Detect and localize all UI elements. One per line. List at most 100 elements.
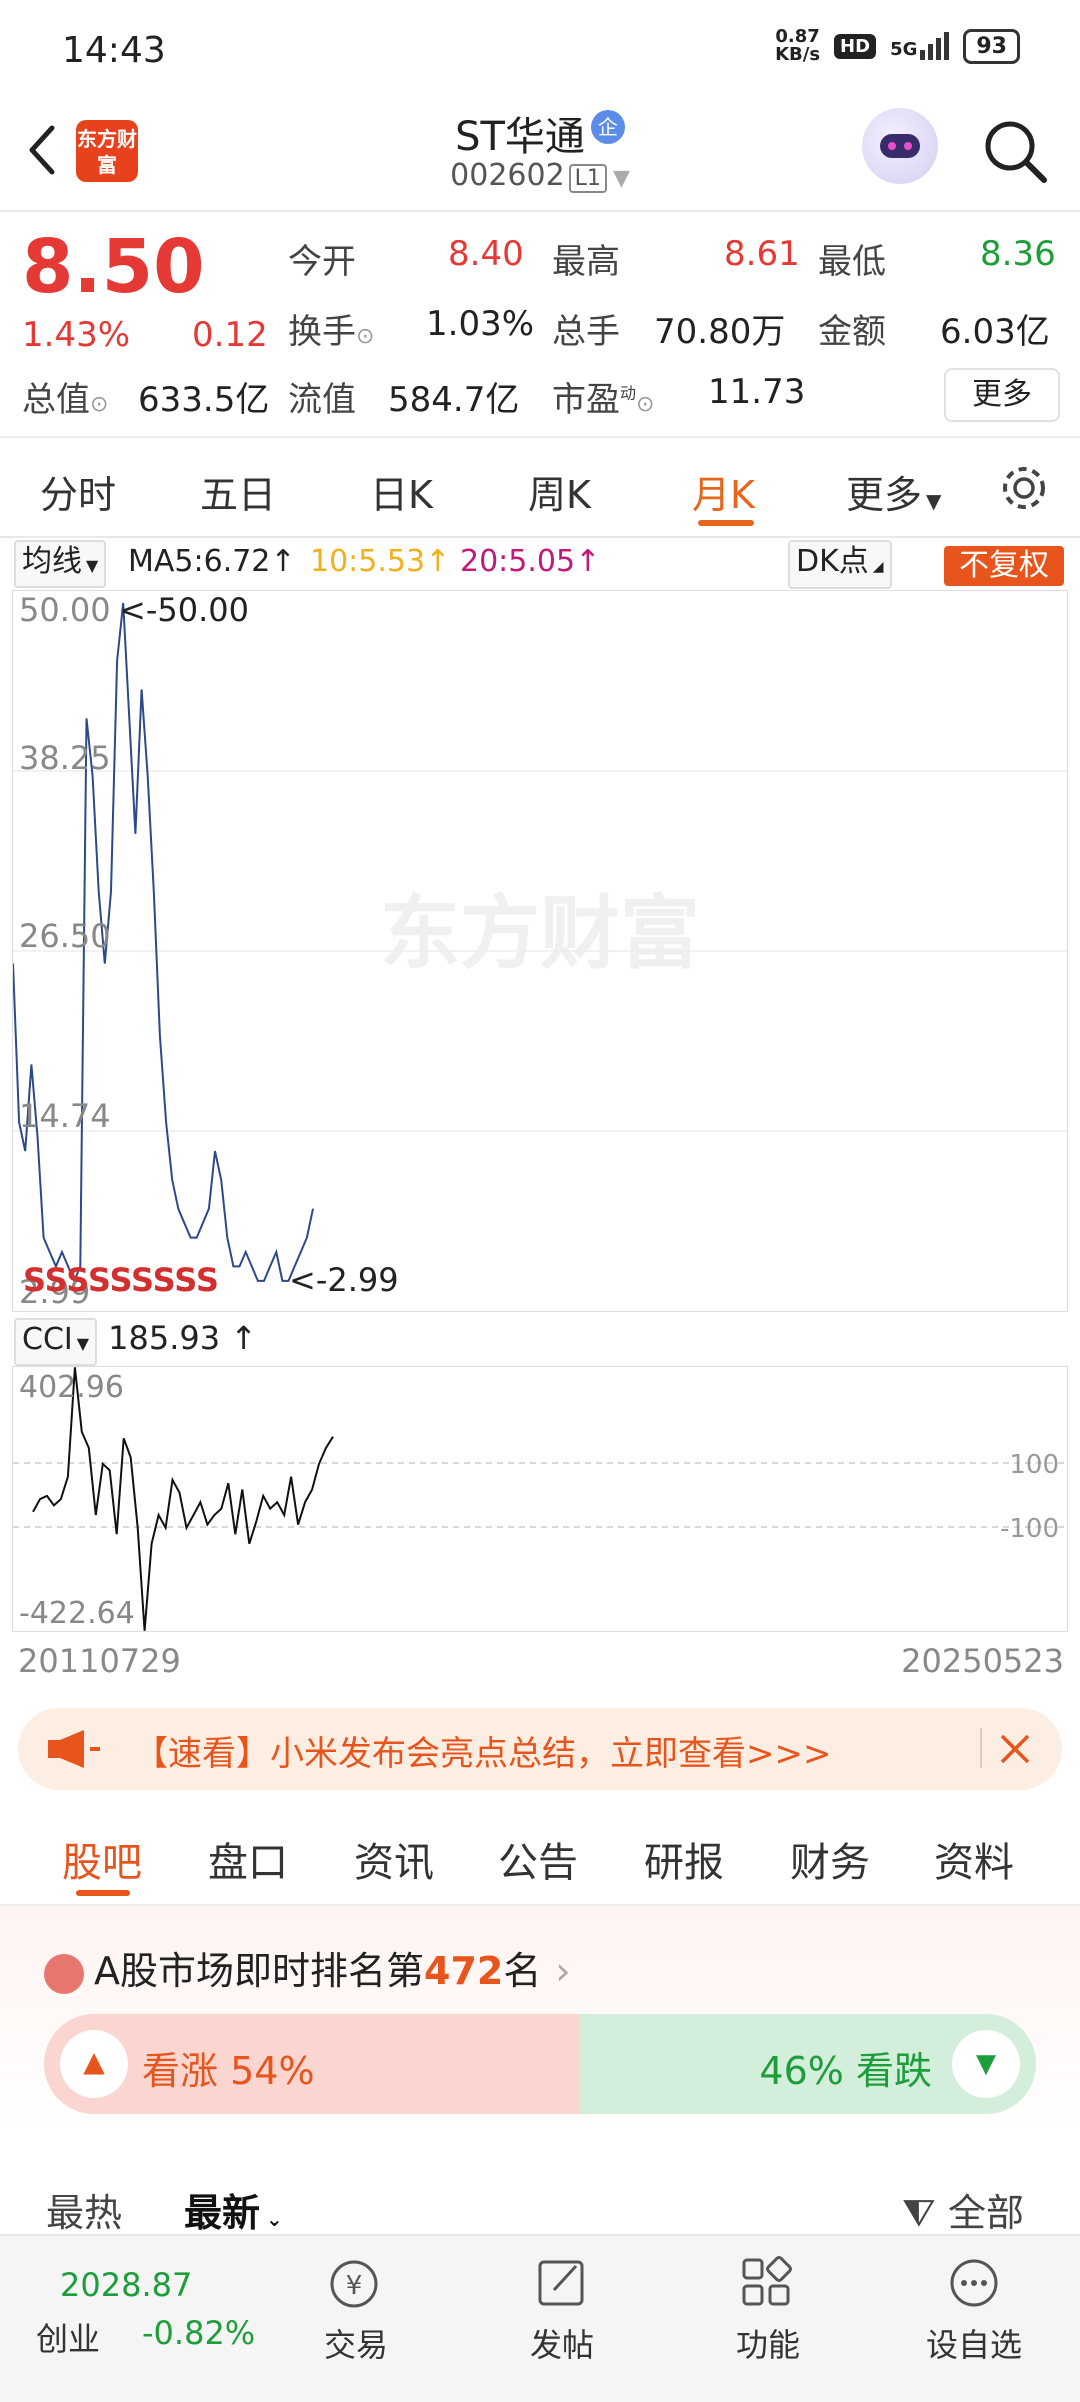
more-icon — [950, 2259, 998, 2307]
max-marker: <-50.00 — [119, 591, 249, 629]
cci-header: CCI ▼ 185.93 ↑ — [14, 1318, 257, 1366]
enterprise-badge-icon: 企 — [590, 110, 625, 144]
cci-selector[interactable]: CCI ▼ — [14, 1318, 98, 1366]
tab-finance[interactable]: 财务 — [790, 1830, 870, 1888]
float-label: 流值 — [288, 380, 356, 420]
caret-down-icon: ▼ — [76, 1334, 90, 1353]
volume-value: 70.80万 — [654, 312, 786, 352]
float-value: 584.7亿 — [388, 380, 520, 420]
open-label: 今开 — [288, 242, 356, 282]
filter-icon: ⧨ — [902, 2191, 936, 2235]
tab-intraday[interactable]: 分时 — [40, 464, 116, 519]
ma-row: 均线 ▼ MA5:6.72↑ 10:5.53↑ 20:5.05↑ DK点 ◢ — [14, 540, 1074, 589]
sort-new[interactable]: 最新 ⌄ — [184, 2182, 283, 2237]
close-icon[interactable] — [998, 1732, 1032, 1766]
grid-icon — [742, 2256, 792, 2306]
cci-chart[interactable]: 402.96 -422.64 100 -100 — [12, 1366, 1068, 1632]
turnover-value: 1.03% — [426, 304, 535, 344]
period-tabs: 分时 五日 日K 周K 月K 更多 ▼ — [0, 440, 1080, 538]
nav-trade[interactable]: ¥ 交易 — [286, 2254, 426, 2366]
yen-icon: ¥ — [330, 2260, 378, 2308]
amount-label: 金额 — [818, 312, 886, 352]
start-date: 20110729 — [18, 1642, 181, 1680]
cci-ref-high: 100 — [1009, 1450, 1059, 1480]
tab-profile[interactable]: 资料 — [934, 1830, 1014, 1888]
ma-selector[interactable]: 均线 ▼ — [14, 540, 107, 588]
signal-markers: SSSSSSSSS — [23, 1261, 219, 1299]
volume-label: 总手 — [552, 312, 620, 352]
change-amount: 0.12 — [192, 315, 268, 355]
tab-guba[interactable]: 股吧 — [62, 1830, 142, 1888]
more-button[interactable]: 更多 — [944, 368, 1060, 422]
turnover-label[interactable]: 换手⊙ — [288, 304, 374, 353]
active-tab-indicator — [698, 520, 754, 526]
hd-icon: HD — [834, 33, 877, 59]
index-change[interactable]: -0.82% — [142, 2314, 255, 2352]
mcap-value: 633.5亿 — [138, 380, 270, 420]
status-icons: 0.87 KB/s HD 5G 93 — [775, 28, 1020, 64]
chevron-right-icon: › — [555, 1949, 571, 1993]
nav-post[interactable]: 发帖 — [492, 2254, 632, 2366]
market-rank[interactable]: A股市场即时排名第472名 › — [44, 1940, 571, 1995]
ma10-value: 10:5.53↑ — [310, 544, 451, 579]
vote-bar: ▲ 看涨 54% 46% 看跌 ▼ — [44, 2014, 1036, 2114]
down-arrow-icon[interactable]: ▼ — [952, 2030, 1020, 2098]
kline-chart[interactable]: 东方财富 50.00 38.25 26.50 14.74 2.99 <-50.0… — [12, 590, 1068, 1312]
filter-all[interactable]: ⧨ 全部 — [902, 2182, 1024, 2237]
dk-selector[interactable]: DK点 ◢ — [788, 540, 892, 589]
edit-icon — [538, 2260, 584, 2306]
tab-weekly-k[interactable]: 周K — [528, 464, 591, 519]
tab-daily-k[interactable]: 日K — [370, 464, 433, 519]
tab-five-day[interactable]: 五日 — [200, 464, 276, 519]
net-speed: 0.87 KB/s — [775, 26, 821, 65]
status-time: 14:43 — [62, 30, 166, 71]
info-icon: ⊙ — [90, 392, 109, 417]
stock-name: ST华通 — [455, 114, 585, 160]
signal-icon: 5G — [890, 32, 950, 60]
tab-order-book[interactable]: 盘口 — [208, 1830, 288, 1888]
robot-assistant-avatar[interactable] — [862, 108, 938, 184]
low-label: 最低 — [818, 242, 886, 282]
search-icon[interactable] — [980, 116, 1050, 186]
adjust-toggle-button[interactable]: 不复权 — [944, 546, 1064, 586]
pe-value: 11.73 — [708, 372, 806, 412]
y-label-top: 50.00 — [19, 591, 111, 629]
cci-line — [32, 1367, 334, 1631]
cci-svg: 402.96 -422.64 100 -100 — [13, 1367, 1067, 1631]
low-value: 8.36 — [980, 234, 1056, 274]
change-percent: 1.43% — [22, 315, 131, 355]
rank-chart-icon — [44, 1953, 84, 1994]
tab-monthly-k[interactable]: 月K — [692, 464, 755, 519]
y-label-3: 26.50 — [19, 917, 111, 955]
index-value[interactable]: 2028.87 — [60, 2266, 192, 2304]
nav-functions[interactable]: 功能 — [698, 2254, 838, 2366]
tab-news[interactable]: 资讯 — [354, 1830, 434, 1888]
bullish-text: 看涨 54% — [142, 2049, 315, 2093]
up-arrow-icon[interactable]: ▲ — [60, 2030, 128, 2098]
mcap-label[interactable]: 总值⊙ — [22, 372, 108, 421]
active-tab-indicator — [76, 1890, 130, 1896]
index-name[interactable]: 创业 — [36, 2314, 100, 2360]
watermark: 东方财富 — [380, 887, 700, 980]
status-bar: 14:43 0.87 KB/s HD 5G 93 — [0, 0, 1080, 100]
pe-label[interactable]: 市盈动⊙ — [552, 372, 654, 421]
min-marker: <-2.99 — [289, 1261, 399, 1299]
tab-research[interactable]: 研报 — [644, 1830, 724, 1888]
news-banner[interactable]: 【速看】小米发布会亮点总结，立即查看>>> — [18, 1708, 1062, 1790]
tab-more[interactable]: 更多 ▼ — [846, 464, 941, 519]
ma5-value: MA5:6.72↑ — [128, 544, 296, 579]
cci-ref-low: -100 — [1000, 1514, 1059, 1544]
sort-hot[interactable]: 最热 — [46, 2182, 122, 2237]
gear-icon[interactable] — [998, 462, 1050, 514]
end-date: 20250523 — [901, 1642, 1064, 1680]
cci-bottom-label: -422.64 — [19, 1596, 135, 1631]
tab-announcements[interactable]: 公告 — [498, 1830, 578, 1888]
cci-top-label: 402.96 — [19, 1370, 124, 1405]
ma20-value: 20:5.05↑ — [460, 544, 601, 579]
nav-add-watchlist[interactable]: 设自选 — [904, 2254, 1044, 2366]
y-label-4: 14.74 — [19, 1097, 111, 1135]
open-value: 8.40 — [448, 234, 524, 274]
divider — [980, 1728, 982, 1768]
caret-down-icon: ▼ — [86, 556, 99, 575]
divider — [0, 436, 1080, 438]
